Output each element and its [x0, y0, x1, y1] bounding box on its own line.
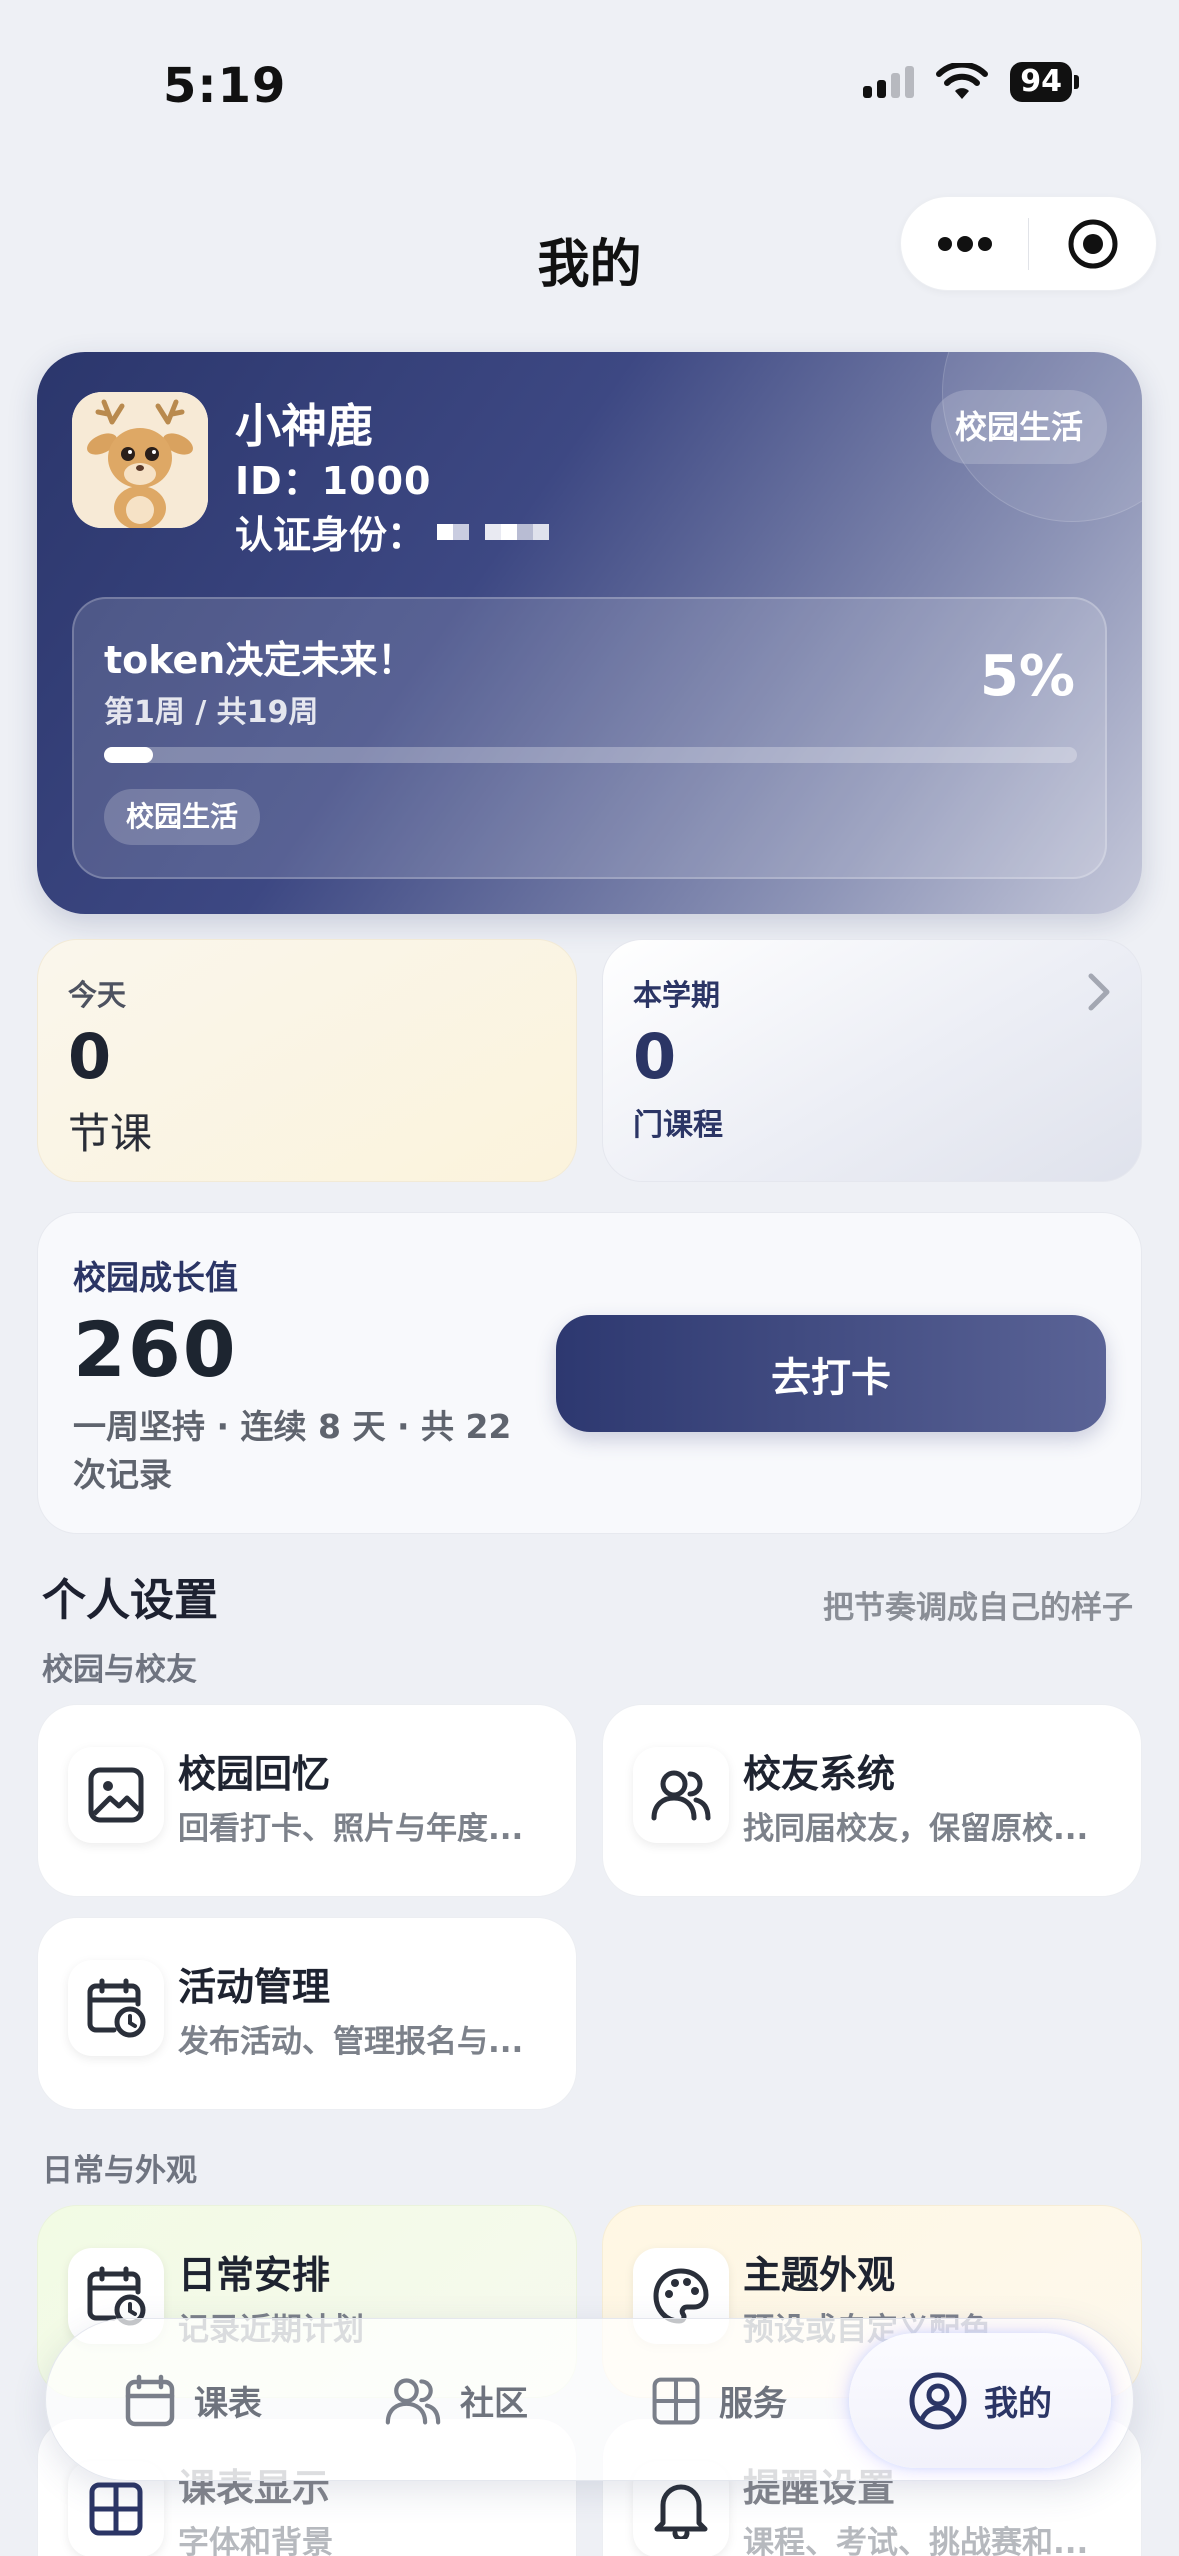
user-cert: 认证身份： [235, 504, 550, 559]
tile-alumni-system[interactable]: 校友系统 找同届校友，保留原校... [602, 1704, 1142, 1897]
campus-life-badge[interactable]: 校园生活 [930, 390, 1107, 464]
growth-card: 校园成长值 260 一周坚持 · 连续 8 天 · 共 22 次记录 去打卡 [37, 1212, 1142, 1534]
tile-title: 活动管理 [178, 1965, 331, 2009]
semester-card[interactable]: 本学期 0 门课程 [602, 939, 1142, 1182]
cellular-signal-icon [863, 66, 915, 98]
tab-bar: 课表 社区 服务 我的 [45, 2318, 1134, 2481]
tile-title: 日常安排 [178, 2253, 331, 2297]
plan-progress-fill [104, 747, 153, 763]
semester-value: 0 [633, 1020, 677, 1093]
close-miniapp-button[interactable] [1029, 197, 1156, 290]
checkin-button[interactable]: 去打卡 [556, 1315, 1106, 1432]
tile-sub: 发布活动、管理报名与... [178, 2024, 524, 2060]
more-button[interactable] [901, 197, 1028, 290]
group-label-daily: 日常与外观 [42, 2153, 197, 2189]
redacted-mosaic [437, 523, 550, 540]
growth-value: 260 [73, 1305, 238, 1394]
growth-label: 校园成长值 [73, 1258, 238, 1297]
tile-icon-box [68, 1960, 164, 2056]
tile-sub: 找同届校友，保留原校... [743, 1811, 1089, 1847]
today-card[interactable]: 今天 0 节课 [37, 939, 577, 1182]
plan-progress-bar [104, 747, 1077, 763]
calendar-clock-icon [87, 2266, 146, 2326]
grid-icon [89, 2482, 143, 2536]
today-unit: 节课 [68, 1109, 153, 1158]
tile-sub: 回看打卡、照片与年度... [178, 1811, 524, 1847]
user-name: 小神鹿 [235, 399, 373, 453]
semester-unit: 门课程 [633, 1108, 723, 1143]
status-icons: 94 [863, 62, 1079, 102]
user-id: ID：1000 [235, 459, 432, 503]
tab-services[interactable]: 服务 [651, 2319, 787, 2482]
tile-activity-management[interactable]: 活动管理 发布活动、管理报名与... [37, 1917, 577, 2110]
image-icon [88, 1767, 144, 1823]
status-time: 5:19 [163, 58, 287, 114]
tab-label: 服务 [719, 2384, 787, 2424]
tile-icon-box [68, 1747, 164, 1843]
growth-desc: 一周坚持 · 连续 8 天 · 共 22 次记录 [73, 1407, 512, 1494]
calendar-clock-icon [87, 1978, 146, 2038]
tile-campus-memories[interactable]: 校园回忆 回看打卡、照片与年度... [37, 1704, 577, 1897]
tile-title: 主题外观 [743, 2253, 896, 2297]
deer-avatar-icon [72, 392, 208, 528]
battery-level: 94 [1010, 62, 1072, 102]
tab-label: 社区 [460, 2384, 528, 2424]
tile-sub: 课程、考试、挑战赛和... [743, 2525, 1089, 2556]
semester-label: 本学期 [633, 978, 721, 1012]
chevron-right-icon [1088, 973, 1110, 1011]
avatar[interactable] [72, 392, 208, 528]
users-icon [651, 1770, 711, 1821]
plan-card[interactable]: token决定未来！ 第1周 / 共19周 5% 校园生活 [72, 597, 1107, 879]
tab-schedule[interactable]: 课表 [124, 2319, 262, 2482]
tile-sub: 字体和背景 [178, 2525, 333, 2556]
plan-percent: 5% [979, 644, 1075, 709]
tile-icon-box [633, 1747, 729, 1843]
grid-icon [652, 2377, 700, 2424]
plan-title: token决定未来！ [104, 638, 416, 682]
more-dots-icon [937, 235, 992, 252]
bell-icon [654, 2484, 708, 2539]
today-label: 今天 [68, 978, 127, 1012]
settings-title: 个人设置 [42, 1575, 218, 1626]
wifi-icon [936, 63, 989, 99]
record-target-icon [1068, 219, 1117, 268]
plan-tag: 校园生活 [104, 789, 261, 845]
tile-title: 校园回忆 [178, 1752, 331, 1796]
cert-label: 认证身份： [235, 513, 426, 557]
miniapp-capsule [900, 196, 1157, 291]
tab-community[interactable]: 社区 [384, 2319, 528, 2482]
users-icon [385, 2377, 441, 2425]
tab-label: 课表 [194, 2384, 262, 2424]
battery-icon: 94 [1010, 62, 1079, 102]
palette-icon [653, 2268, 709, 2324]
calendar-icon [125, 2374, 175, 2426]
plan-week: 第1周 / 共19周 [104, 695, 319, 730]
settings-hint: 把节奏调成自己的样子 [823, 1590, 1133, 1626]
tab-label: 我的 [984, 2384, 1052, 2424]
today-value: 0 [68, 1020, 112, 1093]
tab-me[interactable]: 我的 [849, 2333, 1111, 2468]
profile-card: 小神鹿 ID：1000 认证身份： 校园生活 token决定未来！ 第1周 / … [37, 352, 1142, 914]
group-label-campus: 校园与校友 [42, 1652, 197, 1688]
user-circle-icon [909, 2372, 967, 2429]
tile-title: 校友系统 [743, 1752, 896, 1796]
